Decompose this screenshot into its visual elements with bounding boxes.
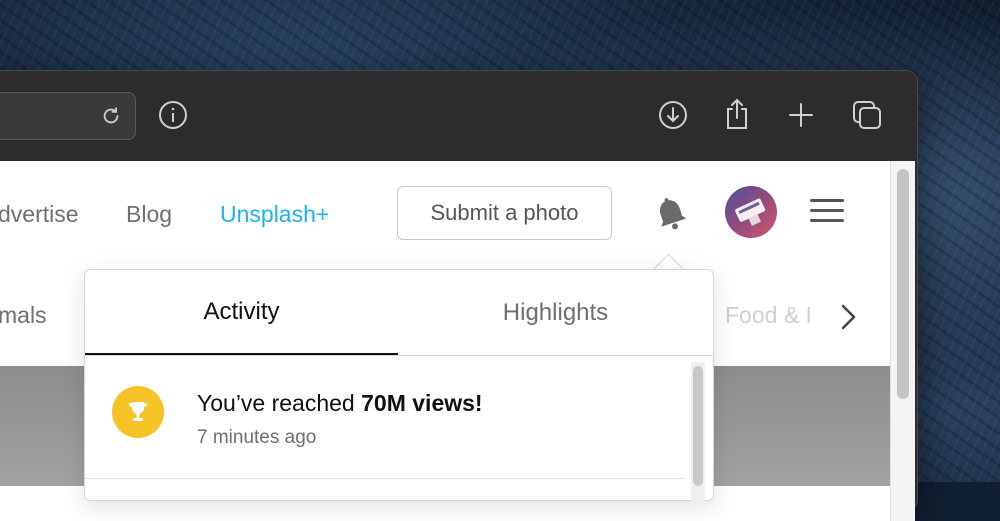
- avatar-camera-icon: [735, 198, 766, 226]
- tab-activity[interactable]: Activity: [85, 270, 398, 356]
- info-icon[interactable]: [157, 99, 189, 131]
- share-icon[interactable]: [721, 95, 753, 133]
- page-scrollbar[interactable]: [890, 161, 915, 521]
- tabs-overview-icon[interactable]: [851, 99, 883, 131]
- page-scrollbar-thumb[interactable]: [897, 169, 909, 399]
- notification-item[interactable]: You’ve reached 70M views! 7 minutes ago: [85, 356, 685, 479]
- chevron-right-icon[interactable]: [836, 302, 864, 332]
- notification-text-highlight: 70M views!: [361, 390, 483, 416]
- notification-timestamp: 7 minutes ago: [197, 427, 317, 448]
- avatar[interactable]: [725, 186, 777, 238]
- popover-scrollbar-thumb[interactable]: [693, 366, 703, 486]
- plus-icon[interactable]: [787, 101, 815, 129]
- download-icon[interactable]: [657, 99, 689, 131]
- nav-advertise-link[interactable]: dvertise: [0, 201, 79, 228]
- trophy-icon: [112, 386, 164, 438]
- hamburger-menu-icon[interactable]: [810, 199, 846, 227]
- notifications-popover: Activity Highlights You’ve reached 70M v…: [84, 269, 714, 502]
- popover-scrollbar[interactable]: [691, 362, 705, 502]
- category-animals[interactable]: mals: [0, 302, 47, 329]
- nav-unsplash-plus-link[interactable]: Unsplash+: [220, 201, 329, 228]
- notification-text: You’ve reached 70M views!: [197, 390, 483, 417]
- bell-icon[interactable]: [651, 194, 691, 234]
- notification-text-prefix: You’ve reached: [197, 390, 362, 416]
- nav-blog-link[interactable]: Blog: [126, 201, 172, 228]
- browser-toolbar: [0, 71, 917, 161]
- reload-icon[interactable]: [98, 103, 124, 129]
- address-bar[interactable]: [0, 92, 136, 140]
- tab-highlights[interactable]: Highlights: [399, 270, 712, 356]
- submit-photo-button[interactable]: Submit a photo: [397, 186, 612, 240]
- category-food[interactable]: Food & I: [725, 302, 812, 329]
